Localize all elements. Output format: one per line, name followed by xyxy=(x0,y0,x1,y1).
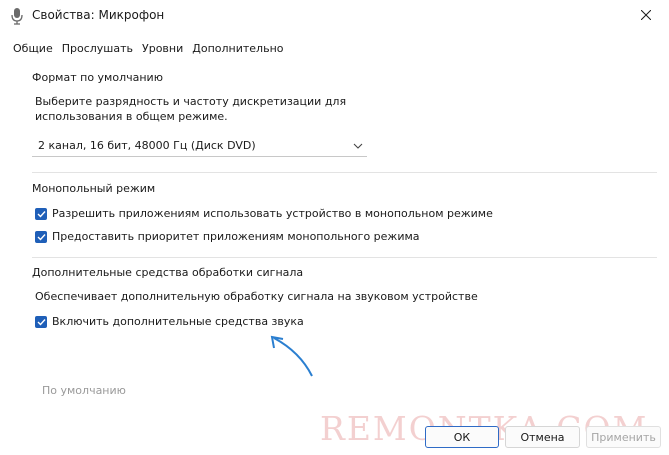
exclusive-priority-row[interactable]: Предоставить приоритет приложениям моноп… xyxy=(35,230,420,243)
default-format-description-line2: использования в общем режиме. xyxy=(35,110,228,123)
window-title: Свойства: Микрофон xyxy=(32,8,165,22)
default-format-dropdown[interactable]: 2 канал, 16 бит, 48000 Гц (Диск DVD) xyxy=(32,134,367,157)
annotation-arrow-icon xyxy=(264,334,324,384)
checkmark-icon xyxy=(37,210,46,218)
enable-enhancements-row[interactable]: Включить дополнительные средства звука xyxy=(35,315,304,328)
exclusive-priority-label: Предоставить приоритет приложениям моноп… xyxy=(52,230,420,243)
enable-enhancements-label: Включить дополнительные средства звука xyxy=(52,315,304,328)
restore-defaults-button[interactable]: По умолчанию xyxy=(42,384,126,397)
chevron-down-icon xyxy=(353,140,363,149)
exclusive-priority-checkbox[interactable] xyxy=(35,230,47,243)
exclusive-allow-row[interactable]: Разрешить приложениям использовать устро… xyxy=(35,207,493,220)
ok-button[interactable]: ОК xyxy=(425,426,499,448)
default-format-description-line1: Выберите разрядность и частоту дискретиз… xyxy=(35,95,347,108)
properties-window: Свойства: Микрофон Общие Прослушать Уров… xyxy=(0,0,669,455)
signal-enhancements-title: Дополнительные средства обработки сигнал… xyxy=(32,266,304,279)
cancel-button[interactable]: Отмена xyxy=(505,426,580,448)
section-divider xyxy=(32,172,657,173)
signal-enhancements-description: Обеспечивает дополнительную обработку си… xyxy=(35,290,478,303)
advanced-panel: Формат по умолчанию Выберите разрядность… xyxy=(22,62,657,412)
microphone-icon xyxy=(10,7,24,25)
tab-strip: Общие Прослушать Уровни Дополнительно xyxy=(12,41,292,59)
checkmark-icon xyxy=(37,233,46,241)
close-icon xyxy=(640,9,652,23)
close-button[interactable] xyxy=(623,0,669,32)
default-format-title: Формат по умолчанию xyxy=(32,71,163,84)
exclusive-allow-checkbox[interactable] xyxy=(35,207,47,220)
exclusive-mode-title: Монопольный режим xyxy=(32,182,156,195)
section-divider xyxy=(32,257,657,258)
title-bar: Свойства: Микрофон xyxy=(0,0,669,32)
exclusive-allow-label: Разрешить приложениям использовать устро… xyxy=(52,207,493,220)
checkmark-icon xyxy=(37,318,46,326)
enable-enhancements-checkbox[interactable] xyxy=(35,315,47,328)
default-format-selected-value: 2 канал, 16 бит, 48000 Гц (Диск DVD) xyxy=(38,138,256,152)
tab-general[interactable]: Общие xyxy=(12,41,54,59)
tab-levels[interactable]: Уровни xyxy=(141,41,184,59)
tab-listen[interactable]: Прослушать xyxy=(61,41,134,59)
tab-advanced[interactable]: Дополнительно xyxy=(191,41,284,59)
apply-button[interactable]: Применить xyxy=(586,426,661,448)
